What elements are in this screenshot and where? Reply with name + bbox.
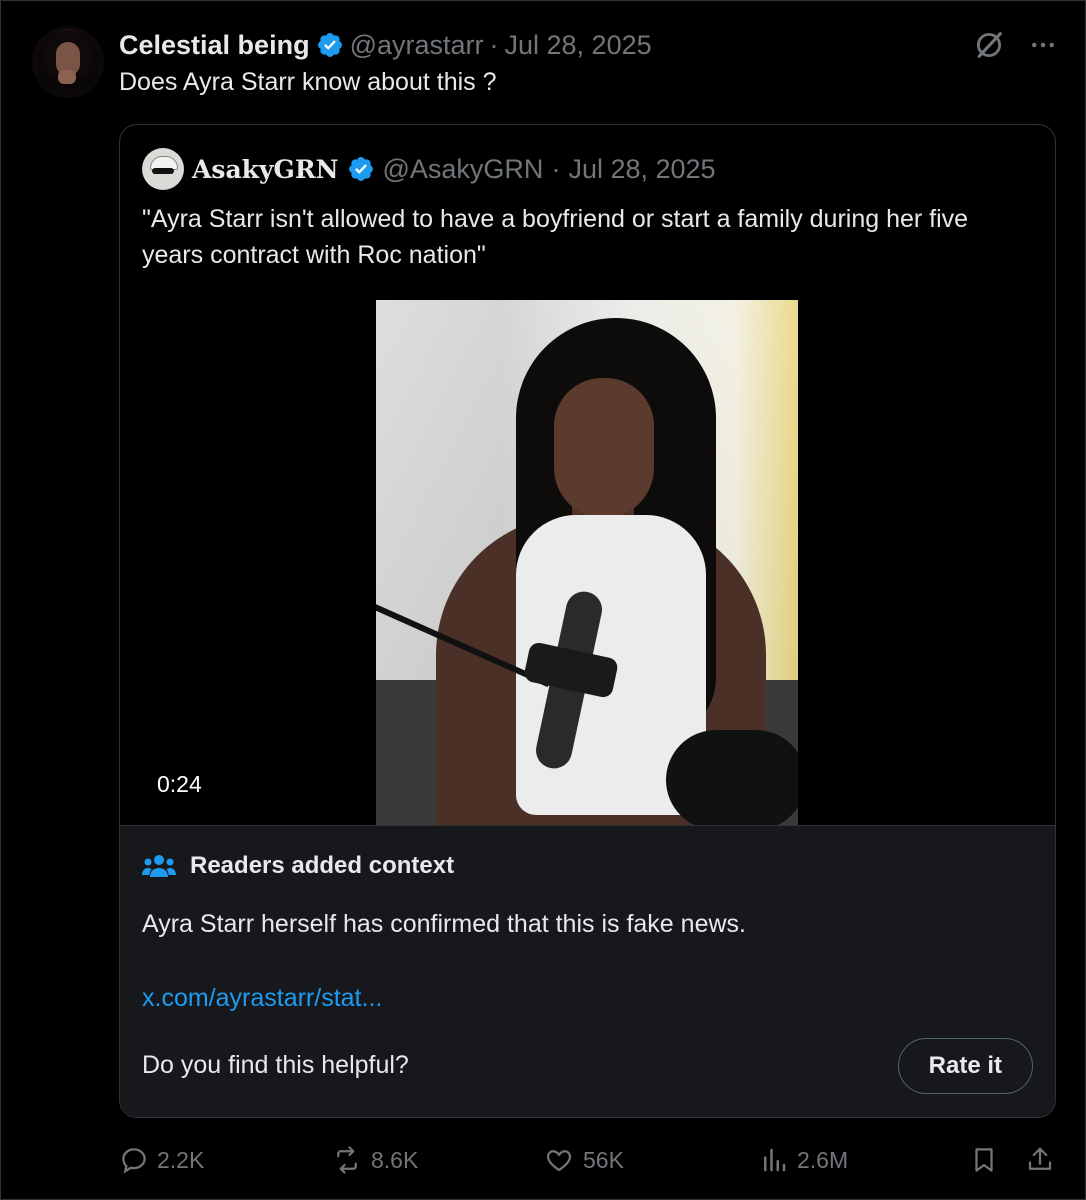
more-icon[interactable] — [1028, 30, 1058, 60]
post-header: Celestial being @ayrastarr · Jul 28, 202… — [119, 28, 652, 62]
repost-count: 8.6K — [371, 1146, 419, 1173]
grok-icon[interactable] — [972, 28, 1006, 62]
separator: · — [551, 153, 561, 184]
share-icon — [1028, 1147, 1052, 1170]
community-notes-icon — [142, 855, 176, 877]
video-thumbnail — [376, 300, 798, 825]
video-player[interactable]: 0:24 — [120, 300, 1055, 825]
quoted-avatar[interactable] — [142, 148, 184, 190]
post-date[interactable]: Jul 28, 2025 — [505, 30, 652, 61]
video-timestamp: 0:24 — [157, 771, 202, 797]
note-helpful-question: Do you find this helpful? — [142, 1051, 409, 1079]
quoted-author-name[interactable]: AsakyGRN — [192, 155, 339, 184]
repost-action[interactable]: 8.6K — [331, 1140, 418, 1180]
repost-icon — [337, 1146, 357, 1174]
bookmark-action[interactable] — [969, 1140, 999, 1180]
note-source-link[interactable]: x.com/ayrastarr/stat... — [142, 984, 382, 1013]
separator: · — [489, 29, 499, 60]
author-name[interactable]: Celestial being — [119, 30, 310, 61]
author-handle[interactable]: @ayrastarr — [350, 30, 484, 61]
community-note: Readers added context Ayra Starr herself… — [120, 825, 1055, 1117]
quoted-post[interactable]: AsakyGRN @AsakyGRN · Jul 28, 2025 "Ayra … — [119, 124, 1056, 1118]
views-count: 2.6M — [797, 1146, 849, 1173]
post-actions-bar: 2.2K 8.6K 56K 2.6M — [119, 1140, 1059, 1180]
quoted-text: "Ayra Starr isn't allowed to have a boyf… — [142, 205, 969, 269]
reply-icon — [122, 1148, 146, 1174]
views-action[interactable]: 2.6M — [759, 1140, 848, 1180]
like-icon — [546, 1150, 572, 1172]
verified-badge-icon — [317, 33, 342, 57]
post-text: Does Ayra Starr know about this ? — [119, 68, 497, 96]
views-icon — [764, 1148, 786, 1172]
verified-badge-icon — [348, 157, 373, 181]
like-count: 56K — [583, 1146, 624, 1173]
share-action[interactable] — [1025, 1140, 1055, 1180]
rate-it-button[interactable]: Rate it — [897, 1038, 1033, 1094]
note-title: Readers added context — [190, 852, 455, 879]
quoted-date[interactable]: Jul 28, 2025 — [568, 154, 715, 185]
quoted-header: AsakyGRN @AsakyGRN · Jul 28, 2025 — [142, 148, 716, 190]
note-header: Readers added context — [142, 852, 454, 880]
quoted-handle[interactable]: @AsakyGRN — [383, 154, 544, 185]
author-avatar[interactable] — [32, 26, 104, 98]
note-body: Ayra Starr herself has confirmed that th… — [142, 910, 746, 938]
like-action[interactable]: 56K — [543, 1140, 624, 1180]
post-top-actions — [972, 28, 1058, 62]
reply-count: 2.2K — [157, 1146, 205, 1173]
reply-action[interactable]: 2.2K — [119, 1140, 204, 1180]
bookmark-icon — [975, 1148, 993, 1172]
